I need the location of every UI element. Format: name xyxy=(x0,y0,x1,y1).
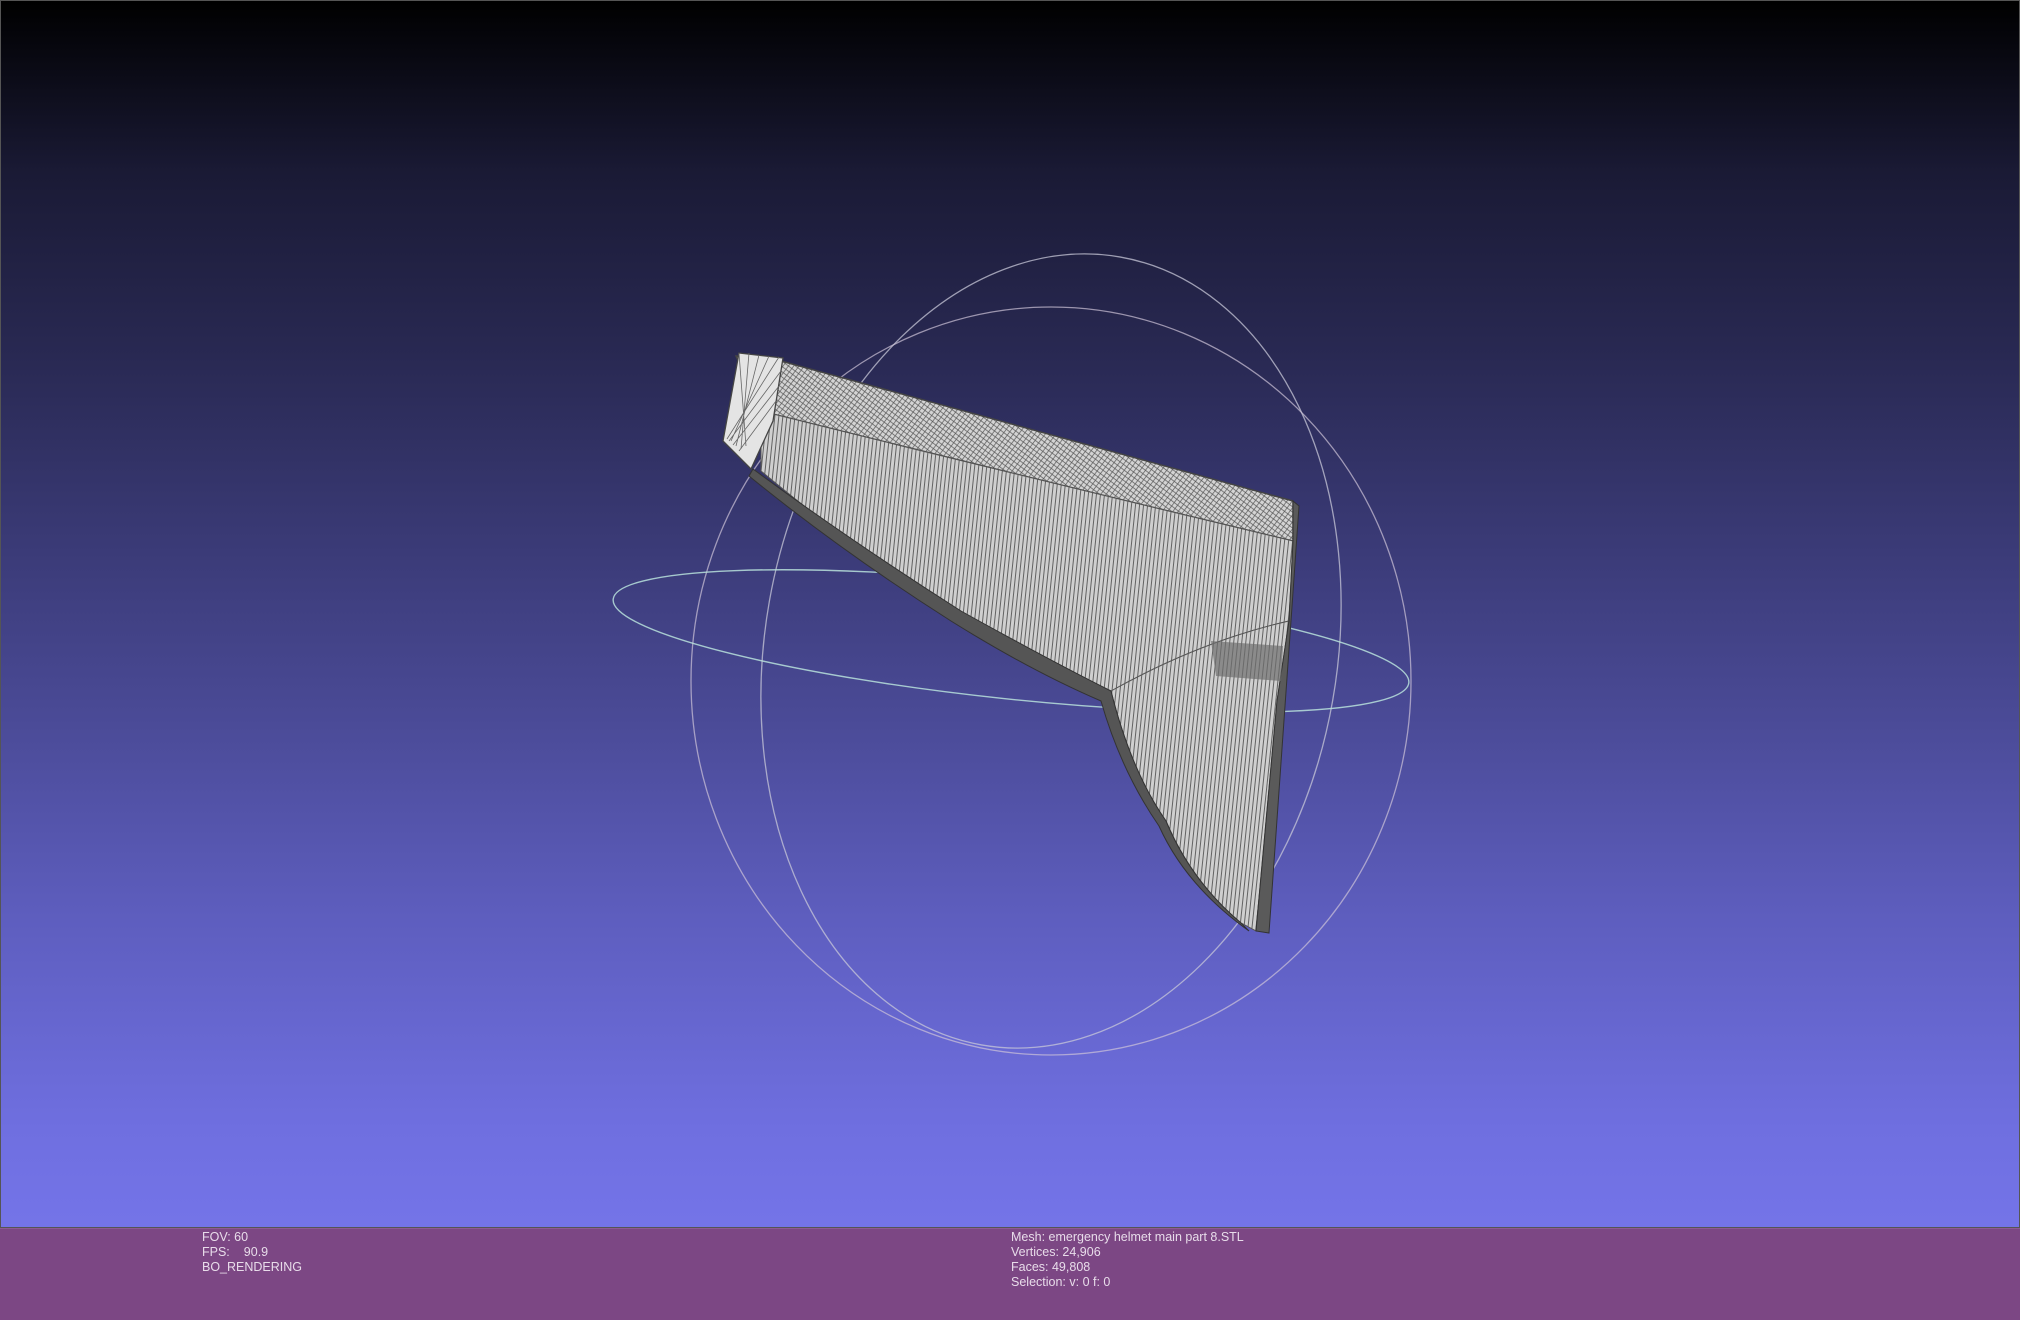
3d-viewport[interactable] xyxy=(0,0,2020,1228)
fps-value: 90.9 xyxy=(243,1245,269,1259)
vertex-count: Vertices: 24,906 xyxy=(1011,1245,1101,1259)
selection-info: Selection: v: 0 f: 0 xyxy=(1011,1275,1111,1289)
fov-readout: FOV: 60 xyxy=(202,1230,249,1244)
face-count: Faces: 49,808 xyxy=(1011,1260,1091,1274)
mesh-info: Mesh: emergency helmet main part 8.STL V… xyxy=(1011,1230,1244,1290)
render-info: FOV: 60 FPS: 90.9 BO_RENDERING xyxy=(202,1230,302,1275)
status-bar: FOV: 60 FPS: 90.9 BO_RENDERING Mesh: emer… xyxy=(0,1228,2020,1320)
mesh-scene[interactable] xyxy=(1,1,2020,1229)
render-mode: BO_RENDERING xyxy=(202,1260,303,1274)
fps-readout: FPS: 90.9 xyxy=(202,1245,302,1260)
helmet-mesh[interactable] xyxy=(722,352,1300,934)
mesh-name: Mesh: emergency helmet main part 8.STL xyxy=(1011,1230,1244,1244)
fps-label: FPS: xyxy=(202,1245,230,1259)
